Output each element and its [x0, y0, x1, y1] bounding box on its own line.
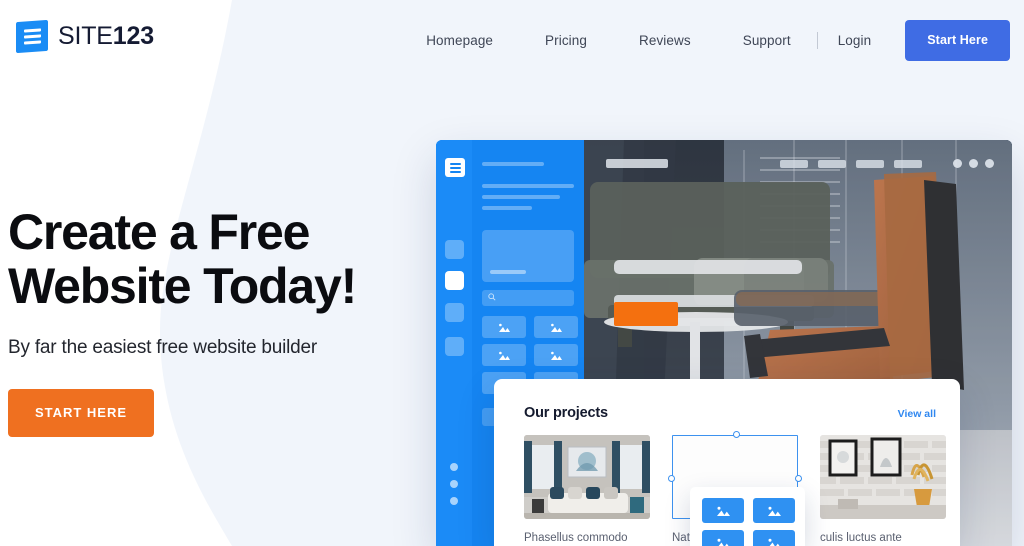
living-room-photo — [524, 435, 650, 519]
vertical-dots-icon[interactable] — [450, 463, 458, 514]
preview-nav-item[interactable] — [818, 160, 846, 168]
list-item-caption: Phasellus commodo — [524, 532, 628, 544]
image-placeholder-icon[interactable] — [753, 530, 795, 546]
preview-nav-placeholders — [780, 160, 922, 168]
projects-card-header: Our projects View all — [524, 405, 936, 421]
editor-logo-icon — [445, 158, 465, 177]
rail-square-2[interactable] — [445, 271, 464, 290]
image-placeholder-icon[interactable] — [482, 316, 526, 338]
list-item-caption: culis luctus ante — [820, 532, 902, 544]
editor-sidebar-rail — [436, 140, 472, 546]
nav-item-pricing[interactable]: Pricing — [519, 33, 613, 48]
editor-preview-card — [482, 230, 574, 282]
rail-square-3[interactable] — [445, 303, 464, 322]
hero-section: Create a Free Website Today! By far the … — [8, 205, 438, 437]
logo-text: SITE123 — [58, 22, 154, 51]
preview-cta-block[interactable] — [614, 302, 678, 326]
rail-square-1[interactable] — [445, 240, 464, 259]
preview-window-dots — [953, 159, 994, 168]
brick-wall-vase-photo — [820, 435, 946, 519]
preview-logo-placeholder — [606, 159, 668, 168]
list-item[interactable]: culis luctus ante — [820, 435, 946, 544]
image-placeholder-icon[interactable] — [702, 498, 744, 523]
image-placeholder-icon[interactable] — [534, 316, 578, 338]
hamburger-document-icon — [16, 19, 48, 54]
site-header: SITE123 Homepage Pricing Reviews Support… — [0, 0, 1024, 78]
floating-image-card — [690, 487, 805, 546]
start-here-button-hero[interactable]: START HERE — [8, 389, 154, 437]
image-placeholder-icon[interactable] — [753, 498, 795, 523]
hero-title-line-1: Create a Free — [8, 204, 310, 260]
skeleton-line — [482, 162, 544, 166]
hero-title-line-2: Website Today! — [8, 258, 357, 314]
list-item[interactable]: Phasellus commodo — [524, 435, 650, 544]
start-here-button-header[interactable]: Start Here — [905, 20, 1010, 61]
logo-text-bold: 123 — [112, 22, 154, 50]
search-input[interactable] — [482, 290, 574, 306]
resize-handle-left[interactable] — [668, 475, 675, 482]
preview-nav-item[interactable] — [894, 160, 922, 168]
preview-nav-item[interactable] — [856, 160, 884, 168]
nav-item-homepage[interactable]: Homepage — [400, 33, 519, 48]
preview-top-bar — [584, 140, 1012, 186]
nav-item-reviews[interactable]: Reviews — [613, 33, 717, 48]
image-placeholder-icon[interactable] — [534, 344, 578, 366]
nav-item-login[interactable]: Login — [818, 33, 894, 48]
image-placeholder-icon[interactable] — [482, 344, 526, 366]
main-navigation: Homepage Pricing Reviews Support Login S… — [400, 20, 1010, 61]
skeleton-line — [482, 184, 574, 188]
view-all-link[interactable]: View all — [898, 408, 936, 420]
logo[interactable]: SITE123 — [16, 19, 154, 54]
search-icon — [488, 293, 496, 301]
hero-subtitle: By far the easiest free website builder — [8, 337, 318, 358]
image-placeholder-icon[interactable] — [702, 530, 744, 546]
nav-item-support[interactable]: Support — [717, 33, 817, 48]
page-title: Create a Free Website Today! — [8, 205, 438, 313]
preview-nav-item[interactable] — [780, 160, 808, 168]
logo-text-light: SITE — [58, 22, 113, 50]
resize-handle-right[interactable] — [795, 475, 802, 482]
skeleton-line — [482, 195, 560, 199]
rail-square-4[interactable] — [445, 337, 464, 356]
resize-handle-top[interactable] — [733, 431, 740, 438]
skeleton-line — [482, 206, 532, 210]
projects-title: Our projects — [524, 405, 608, 421]
